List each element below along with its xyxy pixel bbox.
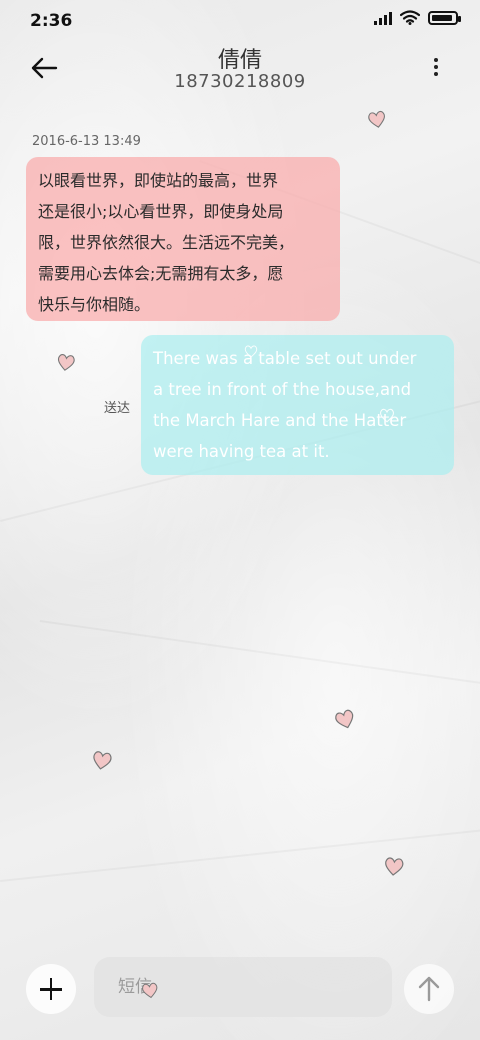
message-line: were having tea at it. bbox=[153, 442, 330, 461]
message-line: There was a table set out under bbox=[153, 349, 417, 368]
incoming-message-bubble[interactable]: 以眼看世界，即使站的最高，世界 还是很小;以心看世界，即使身处局 限，世界依然很… bbox=[26, 157, 340, 321]
contact-phone: 18730218809 bbox=[174, 71, 306, 92]
more-options-button[interactable] bbox=[428, 58, 444, 82]
heart-icon bbox=[380, 408, 394, 423]
message-line: a tree in front of the house,and bbox=[153, 380, 412, 399]
add-attachment-button[interactable] bbox=[26, 964, 76, 1014]
message-line: 快乐与你相随。 bbox=[38, 295, 151, 314]
heart-icon bbox=[368, 110, 385, 128]
message-line: the March Hare and the Hatter bbox=[153, 411, 407, 430]
message-line: 还是很小;以心看世界，即使身处局 bbox=[38, 202, 284, 221]
send-button[interactable] bbox=[404, 964, 454, 1014]
heart-icon bbox=[142, 982, 158, 999]
battery-level bbox=[432, 14, 452, 21]
contact-name: 倩倩 bbox=[217, 48, 262, 73]
battery-icon bbox=[428, 10, 461, 25]
status-bar: 2:36 bbox=[0, 0, 480, 42]
heart-icon bbox=[93, 751, 112, 770]
conversation-header: 倩倩 18730218809 bbox=[0, 42, 480, 112]
paper-crease bbox=[40, 620, 480, 689]
message-line: 限，世界依然很大。生活远不完美， bbox=[38, 233, 295, 252]
status-icons bbox=[374, 10, 461, 25]
message-line: 以眼看世界，即使站的最高，世界 bbox=[38, 171, 279, 190]
more-vertical-icon bbox=[428, 58, 444, 76]
paper-crease bbox=[0, 828, 480, 882]
heart-icon bbox=[335, 709, 354, 729]
message-timestamp: 2016-6-13 13:49 bbox=[32, 134, 141, 149]
heart-icon bbox=[57, 353, 75, 371]
wifi-icon bbox=[400, 10, 420, 25]
heart-icon bbox=[244, 345, 258, 358]
outgoing-message-bubble[interactable]: There was a table set out under a tree i… bbox=[141, 335, 454, 475]
signal-icon bbox=[374, 11, 392, 25]
delivery-status: 送达 bbox=[104, 401, 131, 416]
status-time: 2:36 bbox=[30, 11, 73, 31]
heart-icon bbox=[385, 857, 404, 876]
arrow-up-icon bbox=[418, 976, 440, 1002]
message-line: 需要用心去体会;无需拥有太多，愿 bbox=[38, 264, 284, 283]
